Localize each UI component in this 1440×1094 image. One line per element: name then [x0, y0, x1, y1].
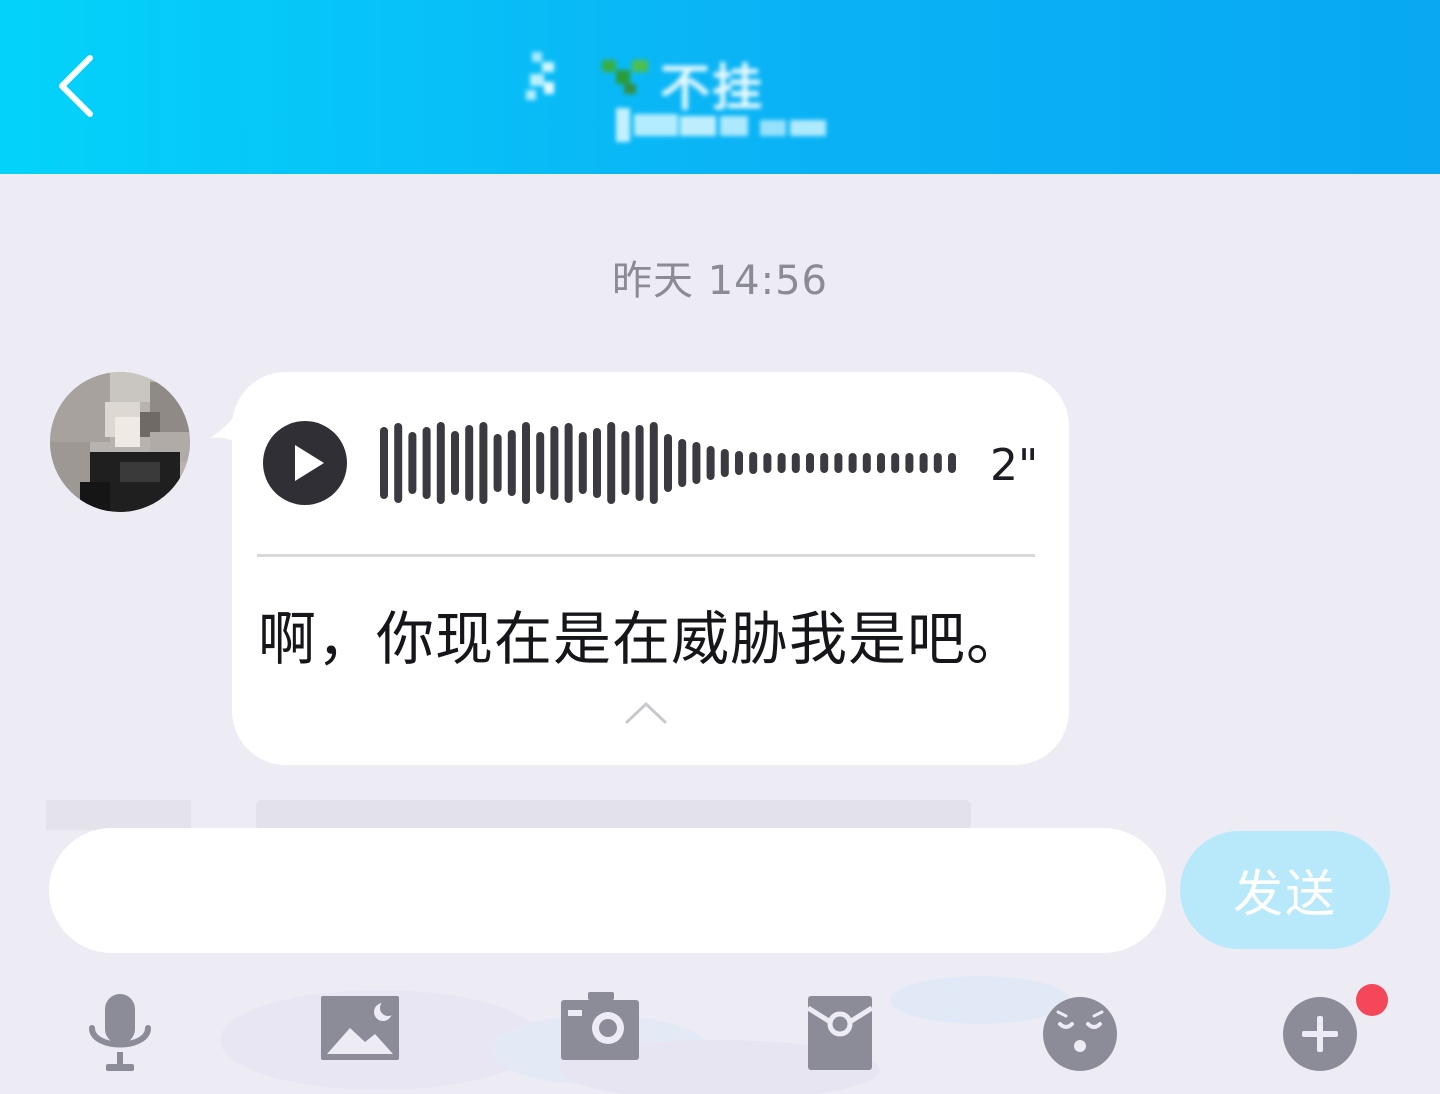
input-toolbar [0, 970, 1440, 1094]
image-icon [321, 996, 399, 1060]
waveform-bar [451, 431, 459, 495]
send-button[interactable]: 发送 [1180, 831, 1390, 949]
notification-dot [1356, 984, 1388, 1016]
voice-input-button[interactable] [70, 980, 170, 1080]
waveform-bar [791, 453, 800, 473]
red-packet-icon [806, 996, 874, 1070]
waveform-bar [649, 422, 658, 504]
waveform-bar [806, 453, 814, 473]
message-timestamp: 昨天 14:56 [612, 258, 828, 304]
waveform-bar [536, 432, 545, 494]
voice-duration: 2" [990, 440, 1039, 491]
waveform-bar [493, 434, 502, 492]
waveform-bar [692, 442, 701, 484]
waveform-bar [635, 425, 644, 501]
waveform-bar [735, 451, 743, 475]
waveform-bar [706, 446, 715, 480]
waveform-bar [465, 425, 474, 501]
waveform-bar [749, 452, 758, 474]
waveform-bar [507, 430, 516, 496]
waveform-bar [522, 422, 530, 504]
message-input[interactable] [49, 828, 1166, 953]
chevron-left-icon [59, 55, 93, 117]
waveform-bar [720, 449, 729, 477]
waveform-bar [919, 453, 928, 473]
chat-header: 不挂 [0, 0, 1440, 174]
photo-album-button[interactable] [310, 980, 410, 1080]
waveform-bar [621, 431, 630, 495]
waveform-bar [905, 453, 914, 473]
contact-name: 不挂 [660, 59, 764, 117]
waveform-bar [862, 453, 871, 473]
waveform-bar [834, 453, 843, 473]
avatar-image [50, 372, 190, 512]
toolbar-background [220, 976, 1070, 1094]
emoji-icon [1043, 997, 1117, 1071]
waveform-bar [479, 422, 488, 504]
transcript-divider [257, 554, 1035, 557]
chevron-up-icon[interactable] [623, 698, 669, 726]
more-options-button[interactable] [1270, 980, 1370, 1080]
waveform-bar [891, 453, 900, 473]
waveform-bar [408, 432, 417, 494]
waveform-bar [948, 453, 956, 473]
voice-transcript: 啊，你现在是在威胁我是吧。 [258, 605, 1026, 673]
waveform-bar [607, 422, 616, 504]
waveform-bar [593, 428, 601, 498]
waveform-bar [933, 453, 942, 473]
waveform-bar [763, 453, 772, 473]
voice-waveform[interactable] [376, 418, 976, 508]
waveform-bar [848, 453, 857, 473]
play-icon[interactable] [262, 420, 348, 506]
waveform-bar [380, 427, 388, 499]
red-packet-button[interactable] [790, 980, 890, 1080]
waveform-bar [678, 439, 687, 487]
waveform-bar [436, 422, 445, 504]
waveform-bar [820, 453, 829, 473]
camera-button[interactable] [550, 980, 650, 1080]
waveform-bar [564, 423, 573, 503]
plus-icon [1283, 997, 1357, 1071]
waveform-bar [550, 426, 559, 500]
emoji-button[interactable] [1030, 980, 1130, 1080]
contact-avatar[interactable] [50, 372, 190, 512]
waveform-bar [394, 423, 403, 503]
microphone-icon [89, 994, 151, 1071]
waveform-bar [422, 427, 431, 499]
waveform-bar [777, 453, 786, 473]
waveform-bar [578, 432, 587, 494]
voice-message-bubble[interactable]: 2" 啊，你现在是在威胁我是吧。 [232, 372, 1069, 765]
waveform-bar [664, 434, 672, 492]
camera-icon [561, 992, 639, 1060]
contact-title[interactable]: 不挂 [520, 30, 840, 150]
waveform-bar [877, 453, 885, 473]
hidden-message-row [46, 800, 971, 830]
back-button[interactable] [44, 46, 114, 126]
